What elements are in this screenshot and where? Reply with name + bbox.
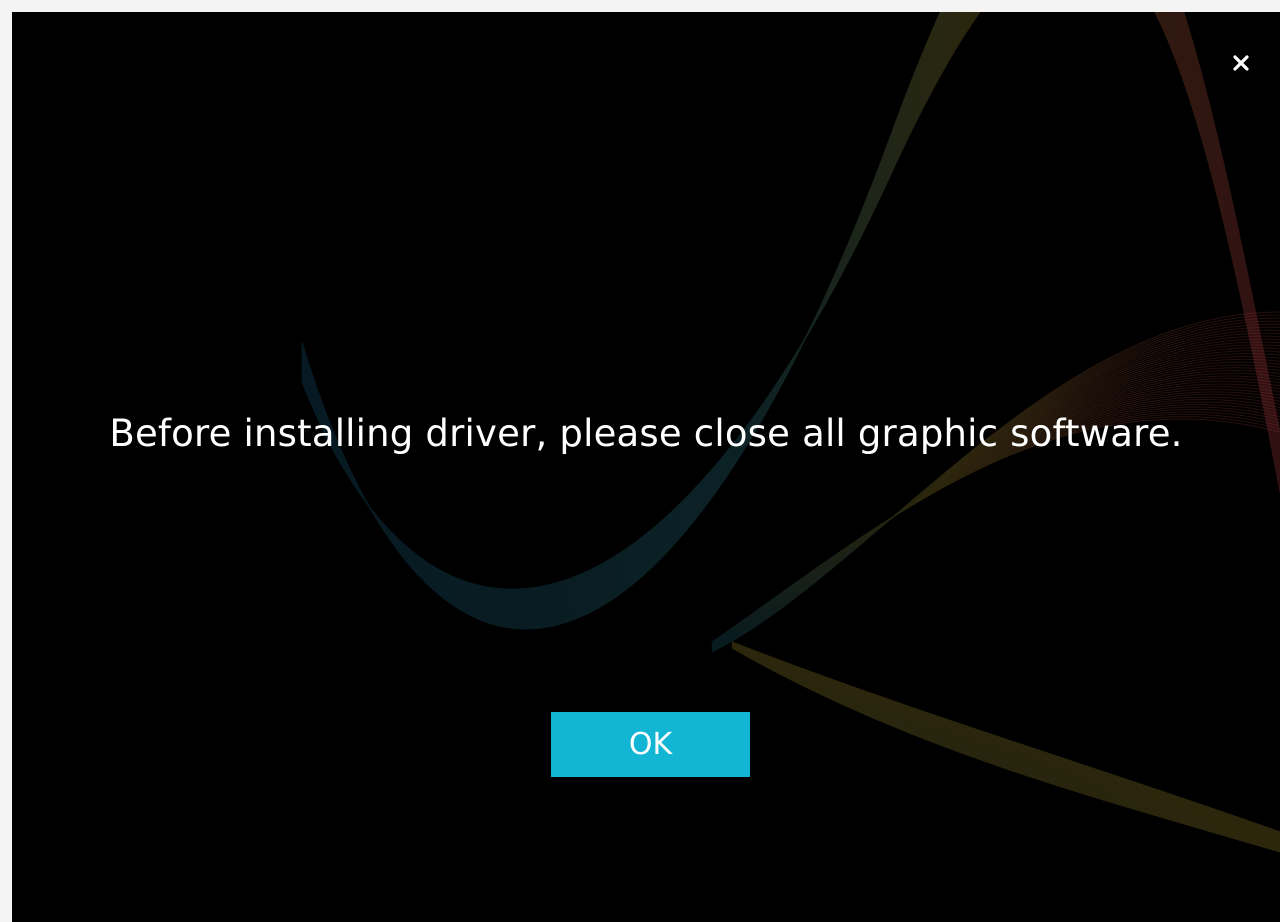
background-wave-graphic	[301, 12, 1280, 853]
close-button[interactable]	[1224, 46, 1258, 80]
ok-button[interactable]: OK	[551, 712, 750, 777]
dialog-message: Before installing driver, please close a…	[109, 412, 1183, 455]
close-icon	[1233, 55, 1249, 71]
driver-install-dialog: Before installing driver, please close a…	[12, 12, 1280, 922]
